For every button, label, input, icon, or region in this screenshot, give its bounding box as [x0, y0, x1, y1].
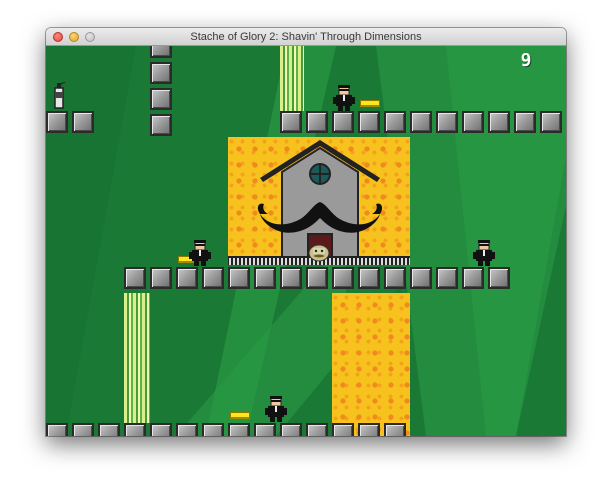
stone-block [384, 111, 406, 133]
lava-column [332, 293, 410, 436]
window-title: Stache of Glory 2: Shavin' Through Dimen… [190, 31, 422, 43]
stone-block [46, 423, 68, 436]
agent-in-black-suit-icon[interactable] [264, 396, 288, 422]
stone-block [150, 88, 172, 110]
stone-block [280, 267, 302, 289]
stone-block [306, 267, 328, 289]
shaving-cream-can-icon[interactable] [52, 82, 66, 110]
game-window: Stache of Glory 2: Shavin' Through Dimen… [46, 28, 566, 436]
mustache-hero-icon[interactable] [308, 244, 330, 262]
stone-block [358, 111, 380, 133]
stone-block [228, 267, 250, 289]
title-bar[interactable]: Stache of Glory 2: Shavin' Through Dimen… [46, 28, 566, 46]
stone-block [176, 423, 198, 436]
stone-block [306, 423, 328, 436]
stone-block [306, 111, 328, 133]
stone-block [46, 111, 68, 133]
stone-block [72, 423, 94, 436]
stone-block [384, 423, 406, 436]
gold-bar-icon[interactable] [360, 100, 380, 107]
stone-block [488, 111, 510, 133]
stone-block [358, 267, 380, 289]
stone-block [202, 267, 224, 289]
stone-block [540, 111, 562, 133]
stone-block [462, 111, 484, 133]
stone-block [150, 267, 172, 289]
stone-block [98, 423, 120, 436]
stone-block [280, 111, 302, 133]
stone-block [150, 114, 172, 136]
stone-block [254, 267, 276, 289]
agent-in-black-suit-icon[interactable] [188, 240, 212, 266]
stone-block [488, 267, 510, 289]
waterfall-bottom [124, 293, 150, 423]
stone-block [124, 423, 146, 436]
stone-block [202, 423, 224, 436]
stone-block [280, 423, 302, 436]
stone-block [150, 423, 172, 436]
stone-block [410, 111, 432, 133]
stone-block [332, 423, 354, 436]
stone-block [228, 423, 250, 436]
score-counter: 9 [520, 50, 532, 71]
stone-block [124, 267, 146, 289]
stone-block [254, 423, 276, 436]
game-canvas[interactable]: 9 [46, 46, 566, 436]
stone-block [332, 111, 354, 133]
stone-block [436, 111, 458, 133]
stone-block [332, 267, 354, 289]
stone-block [150, 62, 172, 84]
stone-block [72, 111, 94, 133]
agent-in-black-suit-icon[interactable] [472, 240, 496, 266]
gold-bar-icon[interactable] [230, 412, 250, 419]
stone-block [384, 267, 406, 289]
agent-in-black-suit-icon[interactable] [332, 85, 356, 111]
stone-block [150, 46, 172, 58]
stone-block [462, 267, 484, 289]
stone-block [436, 267, 458, 289]
waterfall-top [280, 46, 304, 111]
stone-block [176, 267, 198, 289]
stone-block [358, 423, 380, 436]
stone-block [410, 267, 432, 289]
stone-block [514, 111, 536, 133]
house-icon [257, 140, 383, 260]
